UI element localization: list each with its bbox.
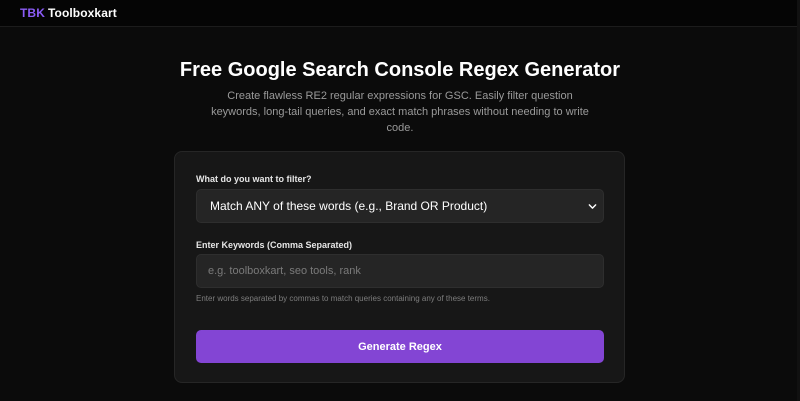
chevron-down-icon — [588, 202, 597, 211]
logo-mark: TBK — [20, 6, 45, 20]
generate-regex-button[interactable]: Generate Regex — [196, 330, 604, 363]
keywords-help-text: Enter words separated by commas to match… — [196, 294, 490, 303]
page-title: Free Google Search Console Regex Generat… — [179, 59, 621, 81]
top-navbar: TBK Toolboxkart — [0, 0, 800, 27]
page: TBK Toolboxkart Free Google Search Consol… — [0, 0, 800, 401]
filter-type-selected-value: Match ANY of these words (e.g., Brand OR… — [210, 199, 488, 213]
site-logo[interactable]: TBK Toolboxkart — [20, 6, 117, 20]
regex-generator-card: What do you want to filter? Match ANY of… — [174, 151, 625, 383]
logo-text: Toolboxkart — [47, 6, 117, 20]
keywords-label: Enter Keywords (Comma Separated) — [196, 240, 353, 250]
filter-type-select[interactable]: Match ANY of these words (e.g., Brand OR… — [196, 189, 604, 223]
filter-type-label: What do you want to filter? — [196, 174, 312, 184]
page-subtitle: Create flawless RE2 regular expressions … — [211, 90, 589, 134]
keywords-input[interactable] — [196, 254, 604, 288]
